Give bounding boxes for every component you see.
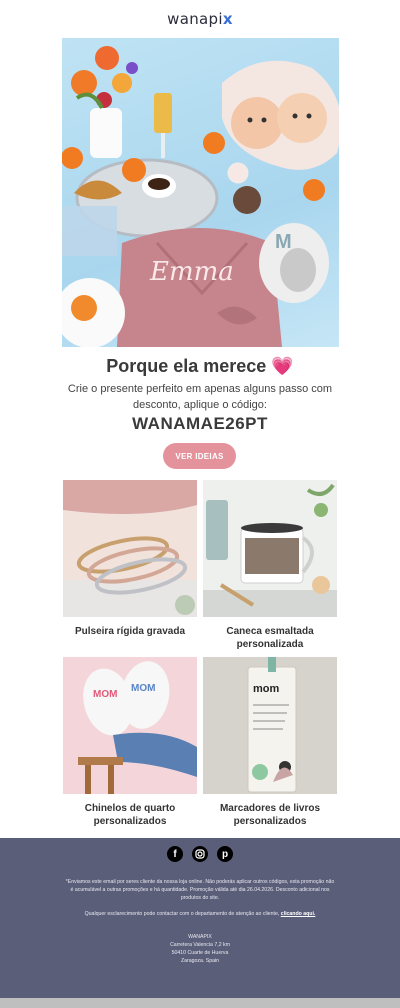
address-line-1: Carretera Valencia 7,2 km bbox=[170, 942, 230, 948]
logo-text: wanapi bbox=[167, 10, 223, 28]
product-label[interactable]: Pulseira rígida gravada bbox=[63, 625, 197, 638]
svg-text:M: M bbox=[275, 231, 292, 253]
social-links: f p bbox=[0, 846, 400, 862]
help-link[interactable]: clicando aqui. bbox=[281, 911, 316, 917]
heart-icon: 💗 bbox=[271, 356, 294, 376]
legal-text: *Enviamos este email por seres cliente d… bbox=[65, 879, 335, 901]
svg-text:MOM: MOM bbox=[131, 683, 155, 694]
instagram-icon[interactable] bbox=[192, 846, 208, 862]
discount-code: WANAMAE26PT bbox=[132, 414, 268, 433]
logo-accent: x bbox=[222, 10, 233, 28]
address-line-3: Zaragoza. Spain bbox=[180, 958, 220, 964]
facebook-icon[interactable]: f bbox=[167, 846, 183, 862]
product-card-bracelet[interactable]: Pulseira rígida gravada bbox=[63, 480, 197, 638]
promo-title: Porque ela merece 💗 bbox=[0, 356, 400, 377]
mug-photo[interactable] bbox=[203, 480, 337, 617]
hero-image[interactable]: Emma M bbox=[62, 38, 339, 347]
bookmark-photo[interactable]: mom bbox=[203, 657, 337, 794]
svg-text:mom: mom bbox=[253, 683, 280, 695]
slippers-photo[interactable]: MOM MOM bbox=[63, 657, 197, 794]
wanapix-logo[interactable]: wanapix bbox=[167, 10, 233, 28]
help-text-body: Qualquer esclarecimento pode contactar c… bbox=[84, 911, 280, 917]
robe-name-text: Emma bbox=[149, 257, 234, 287]
address-line-2: 50410 Cuarte de Huerva bbox=[171, 950, 229, 956]
pinterest-icon[interactable]: p bbox=[217, 846, 233, 862]
product-card-slippers[interactable]: MOM MOM Chinelos de quarto personalizado… bbox=[63, 657, 197, 828]
promo-title-text: Porque ela merece bbox=[106, 356, 267, 376]
company-address: WANAPIX Carretera Valencia 7,2 km 50410 … bbox=[100, 933, 300, 965]
product-card-mug[interactable]: Caneca esmaltada personalizada bbox=[203, 480, 337, 651]
product-card-bookmark[interactable]: mom Marcadores de livros personalizados bbox=[203, 657, 337, 828]
product-label[interactable]: Caneca esmaltada personalizada bbox=[203, 625, 337, 651]
bracelet-photo[interactable] bbox=[63, 480, 197, 617]
email-footer: f p *Enviamos este email por seres clien… bbox=[0, 838, 400, 998]
hero-illustration: Emma M bbox=[62, 46, 339, 347]
help-text: Qualquer esclarecimento pode contactar c… bbox=[50, 910, 350, 918]
promo-subtitle: Crie o presente perfeito em apenas algun… bbox=[67, 383, 333, 411]
svg-text:MOM: MOM bbox=[93, 689, 117, 700]
bottom-bar bbox=[0, 998, 400, 1008]
company-name: WANAPIX bbox=[188, 934, 212, 940]
see-ideas-button[interactable]: VER IDEIAS bbox=[163, 443, 236, 469]
product-label[interactable]: Chinelos de quarto personalizados bbox=[63, 802, 197, 828]
product-label[interactable]: Marcadores de livros personalizados bbox=[203, 802, 337, 828]
email-header: wanapix bbox=[0, 0, 400, 38]
